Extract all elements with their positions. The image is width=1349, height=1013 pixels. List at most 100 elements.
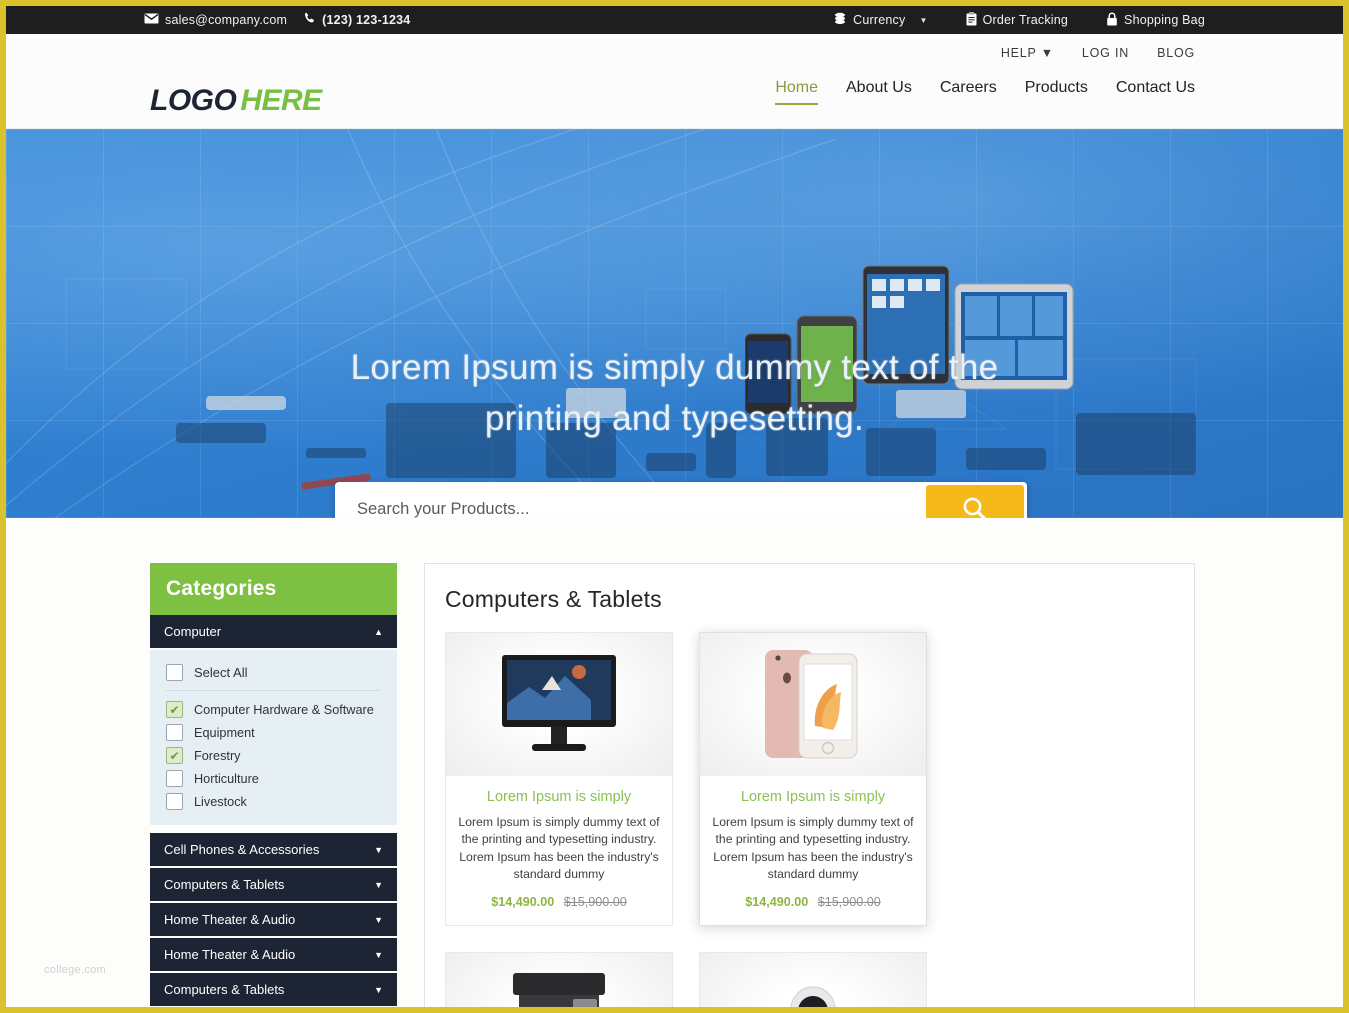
product-search-bar [335,482,1027,518]
product-price-original: $15,900.00 [817,895,881,910]
checkbox-label: Livestock [194,794,247,809]
checkbox-equipment[interactable]: ✔ Equipment [166,721,381,744]
search-button[interactable] [926,485,1024,518]
product-card-printer[interactable]: Lorem Ipsum is simply Lorem Ipsum is sim… [445,952,673,1007]
hero-banner: Lorem Ipsum is simply dummy text of the … [6,129,1343,518]
checkbox-box: ✔ [166,747,183,764]
phone-icon [303,12,316,28]
smartphone-icon [765,650,858,759]
checkbox-box: ✔ [166,793,183,810]
product-price-current: $14,490.00 [745,895,809,910]
clipboard-icon [966,11,977,29]
product-price-original: $15,900.00 [563,895,627,910]
checkbox-box: ✔ [166,724,183,741]
category-home-theater-audio-2[interactable]: Home Theater & Audio ▼ [150,938,397,973]
product-price-row: $14,490.00 $15,900.00 [458,895,660,909]
chevron-down-icon: ▼ [374,879,383,890]
category-computer-panel: ✔ Select All ✔ Computer Hardware & Softw… [150,650,397,825]
category-computer-toggle[interactable]: Computer ▲ [150,615,397,650]
products-grid: Lorem Ipsum is simply Lorem Ipsum is sim… [445,632,1174,1007]
checkbox-box: ✔ [166,770,183,787]
lock-bag-icon [1106,12,1118,29]
order-tracking-link[interactable]: Order Tracking [966,11,1069,29]
blog-link[interactable]: BLOG [1157,46,1195,60]
nav-item-careers[interactable]: Careers [940,79,997,105]
login-link[interactable]: LOG IN [1082,46,1129,60]
chevron-up-icon: ▲ [374,626,383,637]
chevron-down-icon: ▼ [374,914,383,925]
checkbox-computer-hardware-software[interactable]: ✔ Computer Hardware & Software [166,698,381,721]
checkbox-label: Equipment [194,725,255,740]
category-home-office-equipment-1[interactable]: Home Office Equipment ▼ [150,1008,397,1013]
topbar-links-group: Currency ▼ Order Tracking Shopping Bag [833,11,1205,29]
hero-headline-line1: Lorem Ipsum is simply dummy text of the [350,348,999,387]
order-tracking-label: Order Tracking [982,13,1069,27]
chevron-down-icon: ▼ [374,844,383,855]
page-title: Computers & Tablets [445,586,662,612]
site-logo[interactable]: LOGO HERE [150,84,322,118]
category-label: Cell Phones & Accessories [164,842,320,857]
category-label: Home Theater & Audio [164,912,296,927]
checkbox-box: ✔ [166,664,183,681]
category-cell-phones-accessories[interactable]: Cell Phones & Accessories ▼ [150,833,397,868]
help-menu[interactable]: HELP ▼ [1001,46,1054,60]
nav-item-products[interactable]: Products [1025,79,1088,105]
category-label: Home Theater & Audio [164,947,296,962]
checkbox-label: Horticulture [194,771,259,786]
chevron-down-icon: ▼ [374,984,383,995]
phone-contact[interactable]: (123) 123-1234 [303,12,410,28]
product-description: Lorem Ipsum is simply dummy text of the … [712,815,914,881]
nav-item-home[interactable]: Home [775,79,818,105]
product-description: Lorem Ipsum is simply dummy text of the … [458,815,660,881]
category-computers-tablets-2[interactable]: Computers & Tablets ▼ [150,973,397,1007]
category-home-theater-audio-1[interactable]: Home Theater & Audio ▼ [150,903,397,938]
printer-icon [513,972,605,1007]
search-input[interactable] [335,482,926,518]
product-image-webcam [700,953,926,1007]
product-image-smartphone [700,633,926,776]
chevron-down-icon: ▼ [919,15,928,25]
monitor-icon [502,654,616,751]
checkbox-livestock[interactable]: ✔ Livestock [166,790,381,813]
shopping-bag-link[interactable]: Shopping Bag [1106,12,1205,29]
checkbox-horticulture[interactable]: ✔ Horticulture [166,767,381,790]
phone-text: (123) 123-1234 [322,13,411,27]
page-content: Categories Computer ▲ ✔ Select All ✔ Com… [6,518,1343,1013]
category-computer-label: Computer [164,624,222,639]
checkbox-box: ✔ [166,701,183,718]
product-price-row: $14,490.00 $15,900.00 [712,895,914,909]
logo-text-secondary: HERE [240,84,322,117]
shopping-bag-label: Shopping Bag [1124,13,1205,27]
header-utility-links: HELP ▼ LOG IN BLOG [1001,46,1195,60]
currency-selector[interactable]: Currency ▼ [833,12,927,28]
email-contact[interactable]: sales@company.com [144,13,287,27]
checkbox-label: Forestry [194,748,241,763]
topbar-contact-group: sales@company.com (123) 123-1234 [144,12,410,28]
main-navigation: Home About Us Careers Products Contact U… [775,79,1195,105]
product-title[interactable]: Lorem Ipsum is simply [458,789,660,805]
product-image-monitor [446,633,672,776]
hero-headline-line2: printing and typesetting. [484,398,865,438]
product-card-monitor[interactable]: Lorem Ipsum is simply Lorem Ipsum is sim… [445,632,673,927]
checkbox-label: Select All [194,665,248,680]
product-info-smartphone: Lorem Ipsum is simply Lorem Ipsum is sim… [700,776,926,925]
category-computers-tablets-1[interactable]: Computers & Tablets ▼ [150,868,397,903]
top-utility-bar: sales@company.com (123) 123-1234 Currenc… [6,6,1343,34]
webcam-icon [790,986,836,1007]
category-label: Computers & Tablets [164,982,285,997]
products-panel: Computers & Tablets Lorem Ipsum is simpl… [424,563,1195,1007]
product-card-smartphone[interactable]: Lorem Ipsum is simply Lorem Ipsum is sim… [699,632,927,927]
nav-item-contact-us[interactable]: Contact Us [1116,79,1195,105]
envelope-icon [144,13,159,27]
product-title[interactable]: Lorem Ipsum is simply [712,789,914,805]
categories-heading: Categories [150,563,397,615]
checkbox-forestry[interactable]: ✔ Forestry [166,744,381,767]
coins-icon [833,12,847,28]
product-card-webcam[interactable] [699,952,927,1007]
nav-item-about-us[interactable]: About Us [846,79,912,105]
product-price-current: $14,490.00 [491,895,555,910]
checkbox-select-all[interactable]: ✔ Select All [166,661,381,691]
product-image-printer [446,953,672,1007]
logo-text-primary: LOGO [150,84,237,117]
email-text: sales@company.com [165,13,288,27]
